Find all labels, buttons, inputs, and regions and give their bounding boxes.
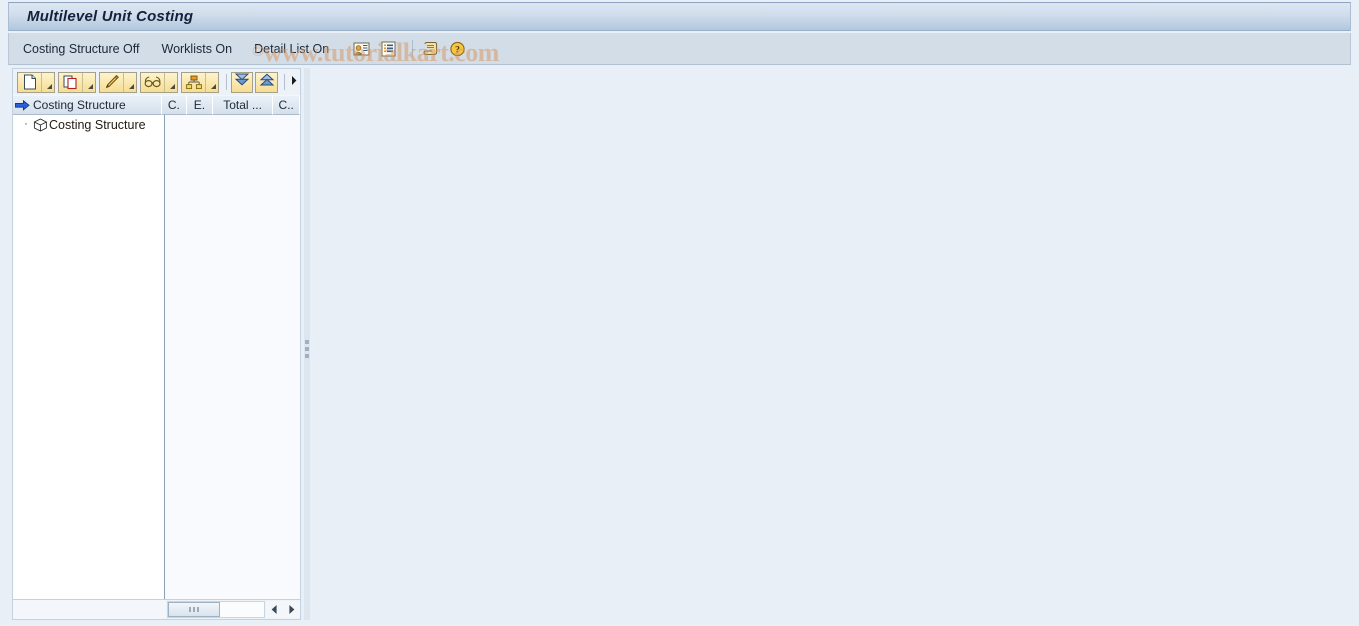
create-dropdown-arrow[interactable]: [41, 72, 54, 92]
scrollbar-grip-icon: [189, 607, 199, 612]
menu-separator: [412, 40, 414, 57]
main-content-area: Costing Structure C. E. Total ... C.. ·: [8, 66, 1351, 622]
collapse-all-button[interactable]: [255, 71, 278, 93]
scroll-left-button[interactable]: [266, 601, 283, 618]
glasses-icon[interactable]: [141, 72, 164, 92]
splitter-grip-icon: [305, 340, 309, 358]
window-title-bar: Multilevel Unit Costing: [8, 2, 1351, 31]
menu-detail-list-on[interactable]: Detail List On: [254, 42, 329, 56]
column-costing-structure[interactable]: Costing Structure: [13, 95, 162, 115]
tree-body: · Costing Structure: [13, 115, 300, 601]
expand-all-icon: [234, 72, 250, 92]
hierarchy-icon[interactable]: [182, 72, 205, 92]
scroll-icon[interactable]: [420, 39, 441, 59]
display-dropdown-arrow[interactable]: [164, 72, 177, 92]
page-title: Multilevel Unit Costing: [27, 8, 194, 25]
column-c1[interactable]: C.: [161, 95, 188, 115]
toolbar-separator: [226, 74, 227, 90]
toolbar-separator-2: [283, 74, 285, 90]
help-icon[interactable]: ?: [447, 39, 468, 59]
create-button[interactable]: [17, 71, 55, 93]
tree-column-header-row: Costing Structure C. E. Total ... C..: [13, 95, 300, 115]
structure-dropdown-arrow[interactable]: [205, 72, 218, 92]
toolbar-overflow-button[interactable]: [289, 72, 300, 92]
column-costing-structure-label: Costing Structure: [33, 98, 126, 112]
collapse-all-icon: [259, 72, 275, 92]
change-button[interactable]: [99, 71, 137, 93]
new-document-icon[interactable]: [18, 72, 41, 92]
menu-worklists-on[interactable]: Worklists On: [162, 42, 233, 56]
chevron-right-icon: [290, 73, 298, 91]
costing-structure-tree-panel: Costing Structure C. E. Total ... C.. ·: [12, 68, 301, 620]
arrow-right-icon: [15, 99, 30, 111]
column-total[interactable]: Total ...: [212, 95, 274, 115]
menu-costing-structure-off[interactable]: Costing Structure Off: [23, 42, 140, 56]
list-document-icon[interactable]: [378, 39, 399, 59]
column-e[interactable]: E.: [187, 95, 213, 115]
person-card-icon[interactable]: [351, 39, 372, 59]
change-dropdown-arrow[interactable]: [123, 72, 136, 92]
scrollbar-thumb[interactable]: [168, 602, 220, 617]
scroll-right-button[interactable]: [283, 601, 300, 618]
scrollbar-left-spacer: [13, 600, 166, 619]
expand-all-button[interactable]: [230, 71, 254, 93]
tree-data-columns: [166, 115, 300, 601]
pencil-icon[interactable]: [100, 72, 123, 92]
cube-icon: [31, 117, 49, 132]
display-button[interactable]: [140, 71, 178, 93]
detail-pane: [310, 68, 1351, 620]
tree-name-column: · Costing Structure: [13, 115, 165, 601]
copy-icon[interactable]: [59, 72, 82, 92]
column-c2[interactable]: C..: [273, 95, 300, 115]
copy-button[interactable]: [58, 71, 96, 93]
tree-toolbar: [13, 69, 300, 95]
svg-text:?: ?: [455, 45, 460, 55]
horizontal-scrollbar[interactable]: [13, 599, 300, 619]
scrollbar-track[interactable]: [167, 601, 265, 618]
copy-dropdown-arrow[interactable]: [82, 72, 95, 92]
structure-button[interactable]: [181, 71, 219, 93]
tree-node-costing-structure[interactable]: · Costing Structure: [13, 115, 164, 134]
menu-bar: Costing Structure Off Worklists On Detai…: [8, 33, 1351, 65]
tree-leaf-marker: ·: [24, 118, 28, 130]
tree-node-label: Costing Structure: [49, 117, 146, 132]
sap-application-window: Multilevel Unit Costing Costing Structur…: [0, 0, 1359, 626]
